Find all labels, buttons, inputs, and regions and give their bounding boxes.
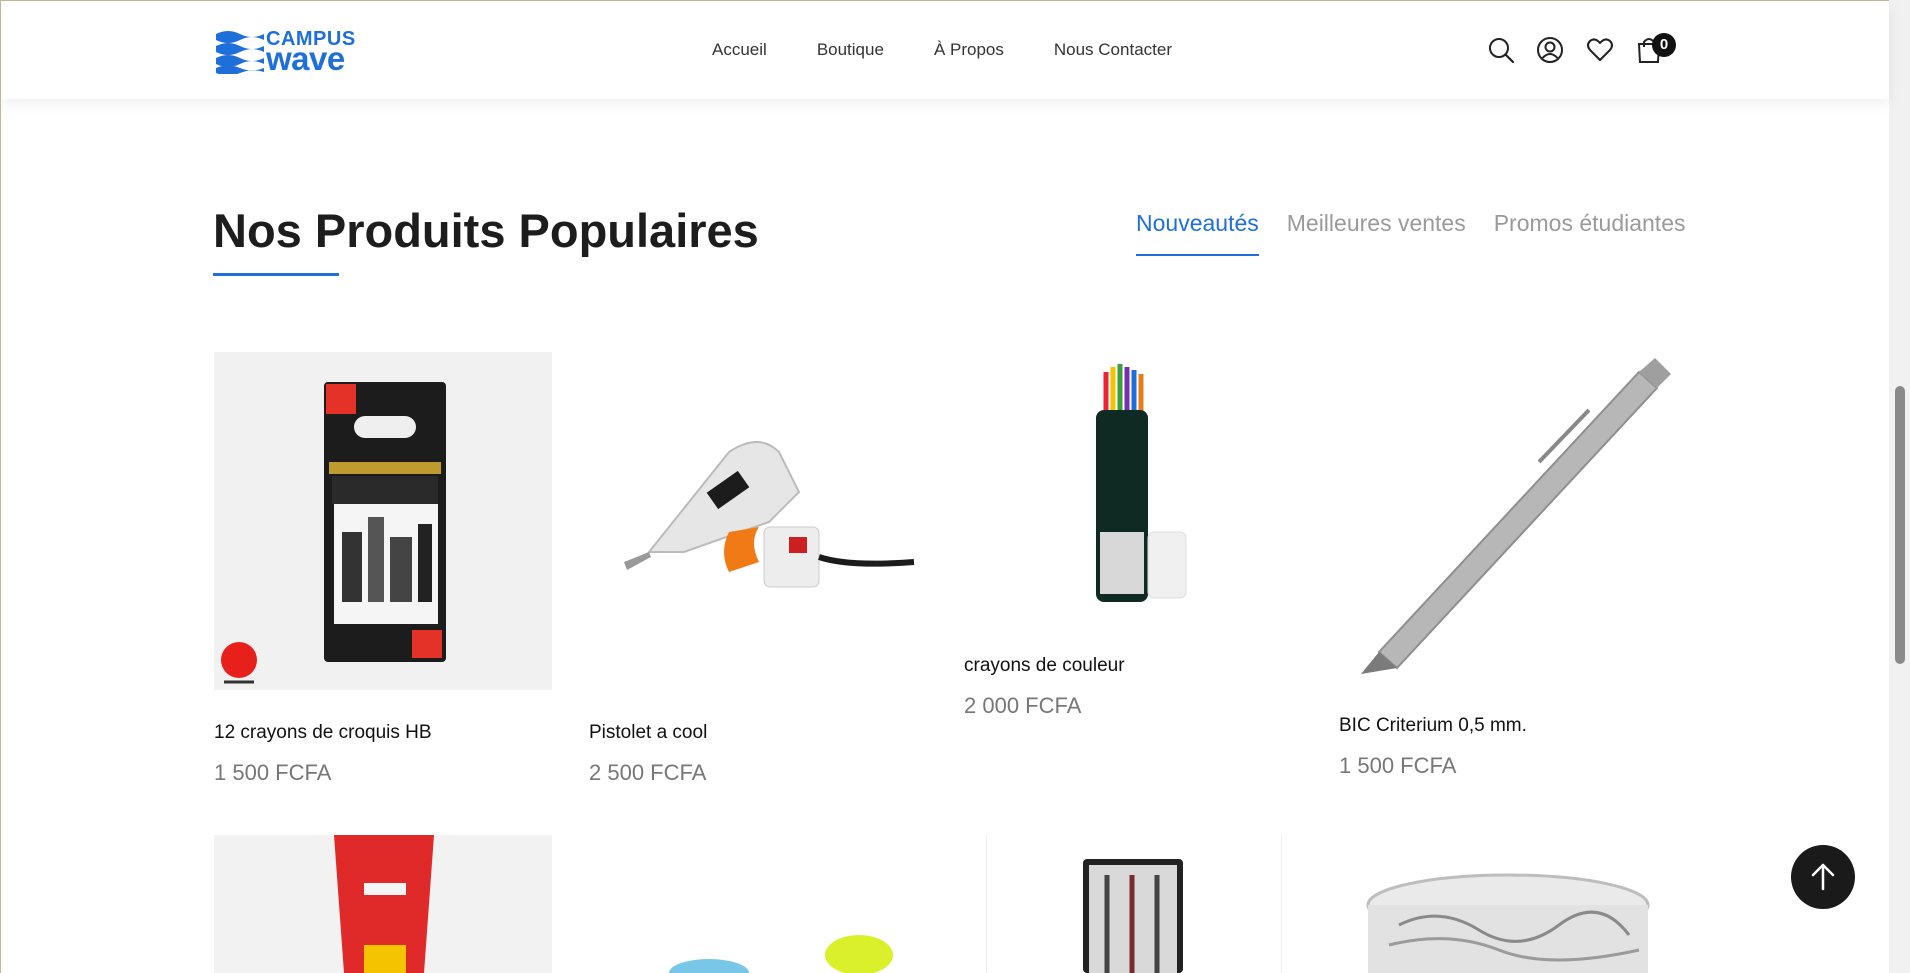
- product-image[interactable]: [986, 835, 1282, 973]
- erasers-image: [669, 935, 893, 973]
- search-icon[interactable]: [1487, 36, 1515, 64]
- tab-nouveautes[interactable]: Nouveautés: [1136, 210, 1259, 256]
- cart-count-badge: 0: [1652, 33, 1676, 57]
- nav-a-propos[interactable]: À Propos: [934, 40, 1004, 60]
- product-name[interactable]: crayons de couleur: [964, 655, 1125, 677]
- sketching-pencils-image: [221, 382, 446, 684]
- mechanical-pencil-image: [1361, 358, 1671, 674]
- compass-set-image: [1083, 859, 1183, 973]
- product-image[interactable]: [1339, 835, 1677, 973]
- nav-boutique[interactable]: Boutique: [817, 40, 884, 60]
- title-underline: [213, 273, 339, 276]
- product-image[interactable]: [964, 352, 1302, 642]
- brand-line2: wave: [266, 40, 345, 77]
- heart-icon[interactable]: [1586, 36, 1614, 64]
- product-price: 2 500 FCFA: [589, 760, 707, 785]
- colored-pencils-image: [1096, 364, 1187, 602]
- brand-logo[interactable]: CAMPUS wave: [214, 28, 369, 77]
- product-image[interactable]: [214, 352, 552, 690]
- product-tabs: Nouveautés Meilleures ventes Promos étud…: [1136, 210, 1686, 256]
- tab-promos-etudiantes[interactable]: Promos étudiantes: [1494, 210, 1686, 237]
- glue-gun-image: [624, 441, 915, 588]
- product-image[interactable]: [1339, 352, 1677, 682]
- window-frame-left: [0, 0, 1, 973]
- main-nav: Accueil Boutique À Propos Nous Contacter: [712, 40, 1172, 60]
- tab-meilleures-ventes[interactable]: Meilleures ventes: [1287, 210, 1466, 237]
- site-header: CAMPUS wave Accueil Boutique À Propos No…: [1, 1, 1889, 99]
- product-price: 1 500 FCFA: [1339, 753, 1457, 778]
- product-name[interactable]: BIC Criterium 0,5 mm.: [1339, 715, 1527, 737]
- wave-logo-icon: [216, 31, 264, 76]
- arrow-up-icon: [1811, 863, 1835, 891]
- product-name[interactable]: 12 crayons de croquis HB: [214, 722, 432, 744]
- nav-nous-contacter[interactable]: Nous Contacter: [1054, 40, 1172, 60]
- paper-clips-image: [1366, 873, 1650, 973]
- section-title: Nos Produits Populaires: [213, 204, 759, 257]
- user-icon[interactable]: [1536, 36, 1564, 64]
- product-image[interactable]: [214, 835, 552, 973]
- glue-tube-image: [334, 835, 434, 973]
- back-to-top-button[interactable]: [1791, 845, 1855, 909]
- scrollbar-thumb[interactable]: [1895, 386, 1905, 664]
- product-name[interactable]: Pistolet a cool: [589, 722, 707, 744]
- product-image[interactable]: [589, 835, 927, 973]
- product-price: 1 500 FCFA: [214, 760, 332, 785]
- nav-accueil[interactable]: Accueil: [712, 40, 767, 60]
- product-price: 2 000 FCFA: [964, 693, 1082, 718]
- product-image[interactable]: [589, 352, 927, 690]
